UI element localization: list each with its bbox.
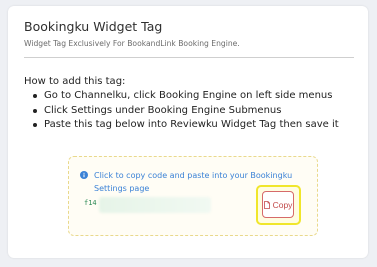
- instructions-heading: How to add this tag:: [24, 76, 126, 87]
- code-copy-box[interactable]: Click to copy code and paste into your B…: [68, 156, 318, 236]
- instruction-step: Go to Channelku, click Booking Engine on…: [30, 89, 339, 104]
- instruction-step: Click Settings under Booking Engine Subm…: [30, 104, 339, 119]
- card-subtitle: Widget Tag Exclusively For BookandLink B…: [24, 39, 240, 48]
- instruction-step: Paste this tag below into Reviewku Widge…: [30, 118, 339, 133]
- code-snippet: f14: [84, 199, 97, 207]
- instructions-list: Go to Channelku, click Booking Engine on…: [30, 89, 339, 133]
- blurred-code: [99, 197, 211, 213]
- info-icon: [80, 171, 88, 179]
- divider: [24, 57, 354, 58]
- copy-button-label: Copy: [272, 199, 293, 210]
- widget-tag-card: Bookingku Widget Tag Widget Tag Exclusiv…: [8, 6, 368, 258]
- copy-button-highlight: Copy: [256, 185, 301, 225]
- copy-button[interactable]: Copy: [262, 191, 294, 218]
- card-title: Bookingku Widget Tag: [24, 19, 163, 34]
- file-icon: [263, 200, 270, 209]
